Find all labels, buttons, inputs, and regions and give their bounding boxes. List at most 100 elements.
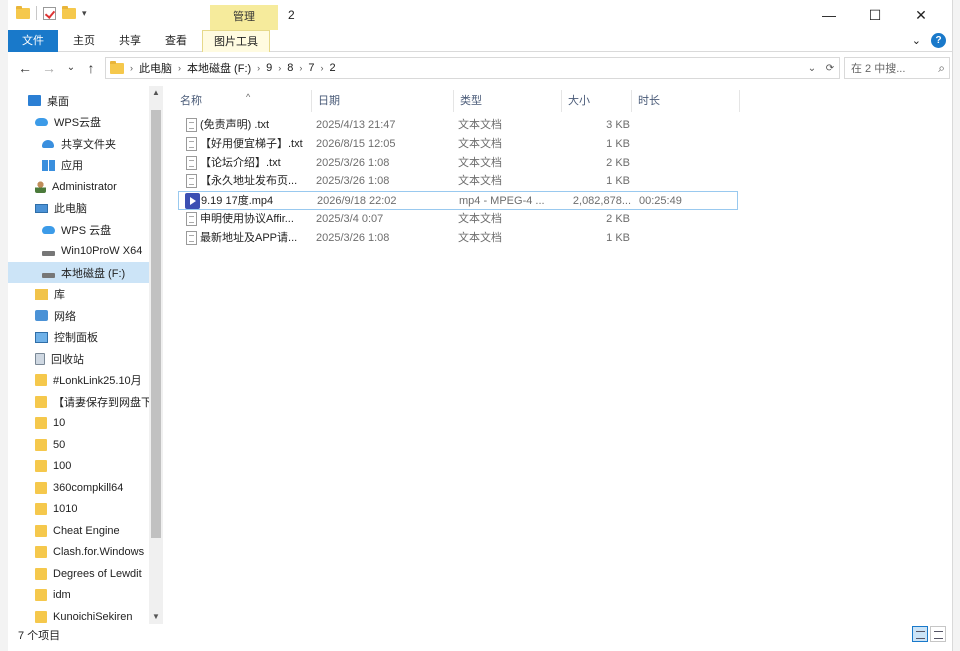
nav-item-label: 1010 bbox=[53, 503, 78, 515]
breadcrumb-item[interactable]: 2 bbox=[330, 62, 336, 74]
breadcrumb-item[interactable]: 8 bbox=[287, 62, 293, 74]
ribbon-right: ⌄ ? bbox=[912, 33, 946, 48]
tab-picture-tools[interactable]: 图片工具 bbox=[202, 30, 270, 52]
navigation-pane: 桌面 WPS云盘 共享文件夹 应用 Administrator 此电脑 WPS 云盘 Win1… bbox=[8, 86, 163, 624]
nav-item[interactable]: Clash.for.Windows bbox=[8, 542, 151, 563]
breadcrumb-item[interactable]: 此电脑 bbox=[139, 60, 172, 76]
file-date: 2025/3/26 1:08 bbox=[316, 175, 390, 188]
nav-item[interactable]: 【请妻保存到网盘下 bbox=[8, 391, 151, 412]
text-file-icon bbox=[186, 118, 197, 132]
file-type: 文本文档 bbox=[458, 175, 502, 188]
nav-item[interactable]: 回收站 bbox=[8, 348, 151, 369]
address-dropdown-icon[interactable]: ⌄ bbox=[803, 63, 821, 74]
details-view-button[interactable] bbox=[912, 626, 928, 642]
folder-icon bbox=[35, 460, 47, 472]
file-row[interactable]: 最新地址及APP请... 2025/3/26 1:08 文本文档 1 KB bbox=[178, 229, 738, 248]
nav-item-label: 此电脑 bbox=[54, 203, 87, 215]
search-icon[interactable]: ⌕ bbox=[938, 61, 945, 76]
nav-item[interactable]: 应用 bbox=[8, 155, 151, 176]
nav-item[interactable]: 100 bbox=[8, 456, 151, 477]
tab-file[interactable]: 文件 bbox=[8, 30, 58, 52]
window-title: 2 bbox=[288, 8, 295, 22]
nav-item[interactable]: 网络 bbox=[8, 305, 151, 326]
file-size: 1 KB bbox=[606, 231, 630, 244]
nav-item[interactable]: Cheat Engine bbox=[8, 520, 151, 541]
breadcrumb-item[interactable]: 7 bbox=[308, 62, 314, 74]
breadcrumb-item[interactable]: 9 bbox=[266, 62, 272, 74]
maximize-button[interactable]: ☐ bbox=[852, 0, 898, 30]
back-button[interactable]: ← bbox=[16, 59, 34, 77]
nav-item[interactable]: 10 bbox=[8, 413, 151, 434]
breadcrumb-separator: › bbox=[257, 63, 261, 73]
apps-icon bbox=[42, 159, 55, 171]
column-header-date[interactable]: 日期 bbox=[312, 90, 454, 112]
properties-icon[interactable] bbox=[43, 6, 56, 20]
text-file-icon bbox=[186, 212, 197, 226]
column-header-name[interactable]: 名称 ^ bbox=[174, 90, 312, 112]
nav-item[interactable]: #LonkLink25.10月 bbox=[8, 370, 151, 391]
file-size: 2,082,878... bbox=[572, 195, 631, 208]
scrollbar-thumb[interactable] bbox=[151, 110, 161, 538]
nav-item-label: Degrees of Lewdit bbox=[53, 567, 142, 580]
nav-item[interactable]: WPS 云盘 bbox=[8, 219, 151, 240]
help-icon[interactable]: ? bbox=[931, 33, 946, 48]
column-header-duration[interactable]: 时长 bbox=[632, 90, 740, 112]
nav-item-label: Win10ProW X64 bbox=[61, 245, 143, 257]
recent-locations-button[interactable]: ⌄ bbox=[62, 59, 80, 77]
qat-dropdown-icon[interactable]: ▾ bbox=[82, 8, 87, 19]
nav-item[interactable]: 1010 bbox=[8, 499, 151, 520]
up-button[interactable]: ↑ bbox=[82, 59, 100, 77]
nav-item[interactable]: KunoichiSekiren bbox=[8, 606, 151, 624]
search-input[interactable]: 在 2 中搜... ⌕ bbox=[844, 57, 950, 79]
nav-item-label: 本地磁盘 (F:) bbox=[61, 267, 126, 280]
large-icons-view-button[interactable] bbox=[930, 626, 946, 642]
nav-scrollbar[interactable]: ▲ ▼ bbox=[149, 86, 163, 624]
file-duration bbox=[638, 210, 728, 229]
file-row[interactable]: 9.19 17度.mp4 2026/9/18 22:02 mp4 - MPEG-4 … bbox=[178, 191, 738, 211]
library-icon bbox=[35, 288, 48, 300]
nav-item[interactable]: 共享文件夹 bbox=[8, 133, 151, 154]
nav-item[interactable]: WPS云盘 bbox=[8, 112, 151, 133]
file-row[interactable]: 【永久地址发布页... 2025/3/26 1:08 文本文档 1 KB bbox=[178, 172, 738, 191]
minimize-button[interactable]: — bbox=[806, 0, 852, 30]
file-row[interactable]: 申明使用协议Affir... 2025/3/4 0:07 文本文档 2 KB bbox=[178, 210, 738, 229]
nav-item[interactable]: Degrees of Lewdit bbox=[8, 563, 151, 584]
ribbon-expand-icon[interactable]: ⌄ bbox=[912, 34, 921, 47]
file-date: 2025/3/26 1:08 bbox=[316, 156, 390, 169]
search-placeholder: 在 2 中搜... bbox=[851, 63, 906, 75]
forward-button[interactable]: → bbox=[40, 59, 58, 77]
address-bar[interactable]: › 此电脑 › 本地磁盘 (F:) › 9 › 8 › 7 › 2 ⌄ ⟳ bbox=[105, 57, 840, 79]
nav-item[interactable]: 本地磁盘 (F:) bbox=[8, 262, 151, 283]
text-file-icon bbox=[186, 174, 197, 189]
nav-item[interactable]: Win10ProW X64 bbox=[8, 241, 151, 262]
file-row[interactable]: 【论坛介绍】.txt 2025/3/26 1:08 文本文档 2 KB bbox=[178, 154, 738, 173]
file-row[interactable]: (免责声明) .txt 2025/4/13 21:47 文本文档 3 KB bbox=[178, 116, 738, 135]
nav-item[interactable]: 控制面板 bbox=[8, 327, 151, 348]
scroll-down-icon[interactable]: ▼ bbox=[149, 610, 163, 624]
nav-item[interactable]: 50 bbox=[8, 434, 151, 455]
breadcrumb-separator: › bbox=[320, 63, 324, 73]
new-folder-icon[interactable] bbox=[62, 5, 76, 19]
breadcrumb-separator: › bbox=[299, 63, 303, 73]
tab-view[interactable]: 查看 bbox=[156, 30, 196, 52]
refresh-icon[interactable]: ⟳ bbox=[821, 63, 839, 74]
file-type: 文本文档 bbox=[458, 213, 502, 225]
tab-home[interactable]: 主页 bbox=[64, 30, 104, 52]
file-row[interactable]: 【好用便宜梯子】.txt 2026/8/15 12:05 文本文档 1 KB bbox=[178, 135, 738, 154]
scroll-up-icon[interactable]: ▲ bbox=[149, 86, 163, 100]
file-type: 文本文档 bbox=[458, 156, 502, 169]
nav-item[interactable]: 桌面 bbox=[8, 90, 151, 111]
close-button[interactable]: ✕ bbox=[898, 0, 944, 30]
file-type: 文本文档 bbox=[458, 119, 502, 131]
nav-item[interactable]: Administrator bbox=[8, 176, 151, 197]
tab-share[interactable]: 共享 bbox=[110, 30, 150, 52]
nav-item[interactable]: idm bbox=[8, 585, 151, 606]
nav-item[interactable]: 360compkill64 bbox=[8, 477, 151, 498]
file-duration bbox=[638, 229, 728, 248]
column-header-type[interactable]: 类型 bbox=[454, 90, 562, 112]
nav-item[interactable]: 此电脑 bbox=[8, 198, 151, 219]
column-header-size[interactable]: 大小 bbox=[562, 90, 632, 112]
breadcrumb-item[interactable]: 本地磁盘 (F:) bbox=[187, 60, 251, 76]
folder-icon bbox=[35, 589, 47, 601]
nav-item[interactable]: 库 bbox=[8, 284, 151, 305]
